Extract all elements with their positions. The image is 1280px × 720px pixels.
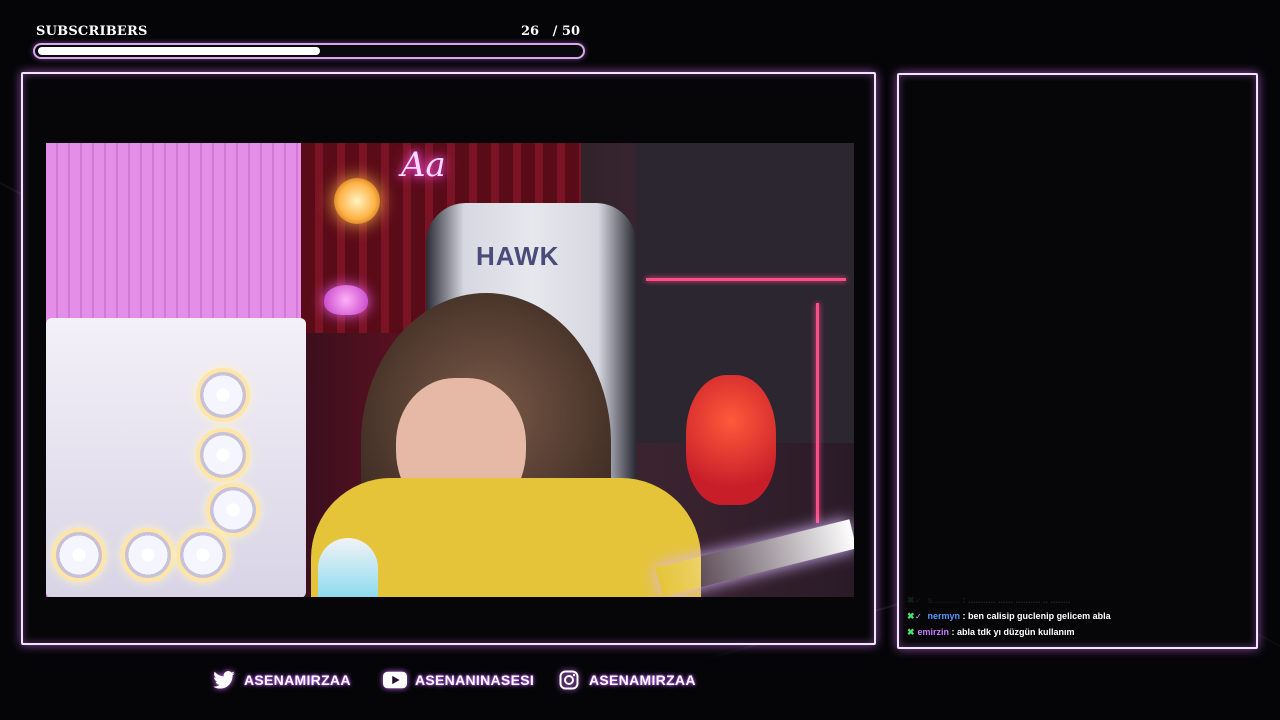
chat-text: : ........... ...... .......... .. .....… (962, 595, 1071, 605)
pc-fan (196, 368, 250, 422)
shelf-led-strip (646, 278, 846, 281)
hanging-lamp (334, 178, 380, 224)
twitter-handle: ASENAMIRZAA (244, 672, 351, 688)
chat-username: emirzin (917, 627, 950, 637)
social-instagram[interactable]: ASENAMIRZAA (557, 668, 696, 692)
chat-message: ✖✓ s........... : ........... ...... ...… (907, 592, 1247, 608)
pc-fan (52, 528, 106, 582)
subscriber-progress-bar (33, 43, 585, 59)
subscribers-label: SUBSCRIBERS (36, 24, 148, 39)
pc-fan (121, 528, 175, 582)
verified-badge-icon: ✓ (915, 596, 922, 605)
moderator-badge-icon: ✖ (907, 611, 915, 621)
chat-username: s........... (927, 595, 961, 605)
shelf-led-strip-vertical (816, 303, 819, 523)
neon-sign: Aa (401, 145, 446, 185)
twitter-icon (212, 668, 236, 692)
microphone (318, 538, 378, 597)
webcam-feed: Aa HAWK (46, 143, 854, 597)
instagram-icon (557, 668, 581, 692)
chat-message: ✖ emirzin : abla tdk yı düzgün kullanım (907, 624, 1247, 640)
chair-logo: HAWK (476, 241, 560, 271)
pc-fan (206, 483, 260, 537)
pc-fan (176, 528, 230, 582)
youtube-icon (383, 668, 407, 692)
subscriber-progress-fill (38, 47, 320, 55)
moderator-badge-icon: ✖ (907, 595, 915, 605)
table-lamp (324, 285, 368, 315)
verified-badge-icon: ✓ (915, 612, 922, 621)
social-youtube[interactable]: ASENANINASESI (383, 668, 534, 692)
teddy-bear (686, 375, 776, 505)
chat-frame (897, 73, 1258, 649)
pc-fan (196, 428, 250, 482)
instagram-handle: ASENAMIRZAA (589, 672, 696, 688)
subscribers-count: 26 / 50 (520, 24, 580, 39)
youtube-handle: ASENANINASESI (415, 672, 535, 688)
chat-username: nermyn (927, 611, 961, 621)
social-twitter[interactable]: ASENAMIRZAA (212, 668, 351, 692)
chat-text: : abla tdk yı düzgün kullanım (951, 627, 1075, 637)
chat-message: ✖✓ nermyn : ben calisip guclenip gelicem… (907, 608, 1247, 624)
moderator-badge-icon: ✖ (907, 627, 915, 637)
chat-text: : ben calisip guclenip gelicem abla (962, 611, 1111, 621)
chat-messages: ✖✓ s........... : ........... ...... ...… (907, 592, 1247, 640)
